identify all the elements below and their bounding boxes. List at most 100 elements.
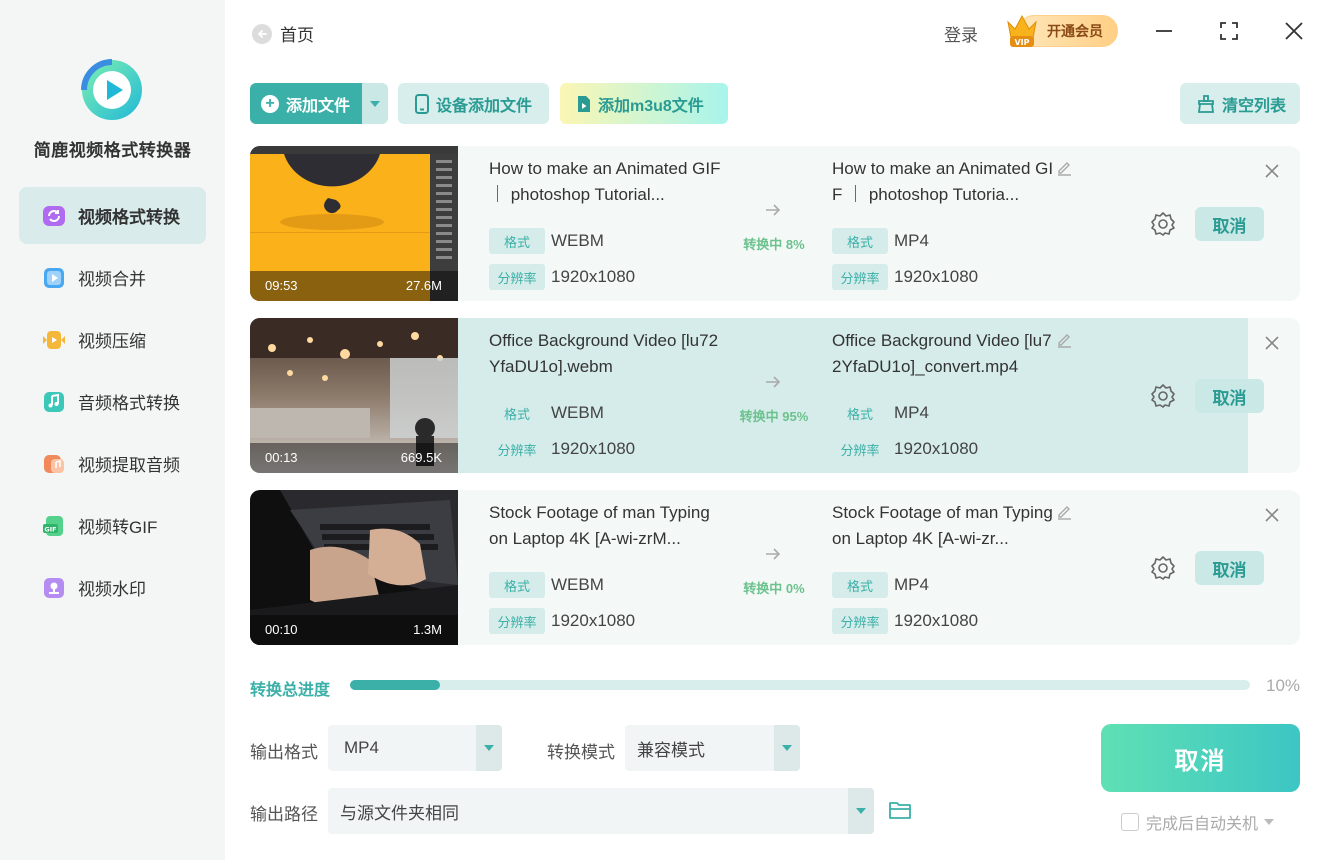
format-tag: 格式: [832, 400, 888, 426]
video-merge-icon: [41, 265, 67, 291]
sidebar-item-label: 视频格式转换: [78, 208, 180, 227]
sidebar-item-label: 视频水印: [78, 580, 146, 599]
sidebar-item-label: 视频转GIF: [78, 518, 158, 537]
chevron-down-icon: [848, 788, 874, 834]
format-tag: 格式: [489, 228, 545, 254]
settings-gear-icon[interactable]: [1150, 555, 1176, 586]
sidebar-item-extract-audio[interactable]: 视频提取音频: [19, 435, 206, 492]
video-thumbnail: 00:10 1.3M: [250, 490, 458, 645]
folder-icon[interactable]: [888, 799, 912, 826]
device-add-button[interactable]: 设备添加文件: [398, 83, 549, 124]
source-format: WEBM: [551, 575, 604, 594]
mode-value: 兼容模式: [637, 740, 705, 760]
add-m3u8-button[interactable]: 添加m3u8文件: [560, 83, 728, 124]
remove-row-icon[interactable]: [1263, 162, 1281, 185]
extract-audio-icon: [41, 451, 67, 477]
vip-button[interactable]: 开通会员 VIP: [1004, 10, 1118, 50]
edit-name-icon[interactable]: [1056, 160, 1072, 181]
video-size: 669.5K: [400, 450, 442, 465]
cancel-all-button[interactable]: 取消: [1101, 724, 1300, 792]
output-path-value: 与源文件夹相同: [340, 803, 459, 823]
mode-label: 转换模式: [547, 743, 615, 762]
close-window-button[interactable]: [1281, 18, 1307, 44]
sidebar-item-video-watermark[interactable]: 视频水印: [19, 559, 206, 616]
resolution-tag: 分辨率: [832, 608, 888, 634]
crown-icon: VIP: [1004, 10, 1040, 50]
edit-name-icon[interactable]: [1056, 332, 1072, 353]
source-resolution: 1920x1080: [551, 611, 636, 630]
source-resolution: 1920x1080: [551, 439, 636, 458]
total-progress-bar: [350, 680, 1250, 690]
source-filename: Stock Footage of man Typing on Laptop 4K…: [489, 503, 710, 548]
plus-icon: +: [261, 94, 279, 113]
add-file-main[interactable]: + 添加文件: [250, 83, 362, 124]
edit-name-icon[interactable]: [1056, 504, 1072, 525]
phone-icon: [414, 93, 430, 114]
m3u8-file-icon: [576, 95, 592, 113]
output-format-select[interactable]: MP4: [328, 725, 502, 771]
resolution-tag: 分辨率: [489, 608, 545, 634]
video-duration: 00:10: [265, 622, 298, 637]
source-filename: How to make an Animated GIF ｜ photoshop …: [489, 159, 721, 204]
chevron-down-icon: [476, 725, 502, 771]
clear-list-label: 清空列表: [1222, 97, 1287, 115]
output-resolution: 1920x1080: [894, 611, 979, 630]
settings-gear-icon[interactable]: [1150, 383, 1176, 414]
video-compress-icon: [41, 327, 67, 353]
settings-gear-icon[interactable]: [1150, 211, 1176, 242]
file-row: 00:13 669.5K Office Background Video [lu…: [250, 318, 1300, 473]
clear-list-button[interactable]: 清空列表: [1180, 83, 1300, 124]
conversion-status: 转换中 8%: [743, 237, 805, 252]
file-row: 09:53 27.6M How to make an Animated GIF …: [250, 146, 1300, 301]
format-tag: 格式: [489, 400, 545, 426]
output-path-select[interactable]: 与源文件夹相同: [328, 788, 874, 834]
source-format: WEBM: [551, 403, 604, 422]
format-tag: 格式: [832, 228, 888, 254]
arrow-right-icon: [764, 373, 782, 396]
app-logo: [80, 58, 144, 122]
output-format: MP4: [894, 575, 929, 594]
device-add-label: 设备添加文件: [436, 97, 533, 115]
output-format: MP4: [894, 231, 929, 250]
arrow-right-icon: [764, 201, 782, 224]
add-file-dropdown[interactable]: [362, 83, 388, 124]
vip-badge-text: VIP: [1014, 38, 1029, 47]
remove-row-icon[interactable]: [1263, 334, 1281, 357]
login-link[interactable]: 登录: [944, 21, 978, 46]
sidebar-item-video-convert[interactable]: 视频格式转换: [19, 187, 206, 244]
audio-convert-icon: [41, 389, 67, 415]
output-format-label: 输出格式: [250, 743, 318, 762]
minimize-button[interactable]: [1151, 18, 1177, 44]
add-file-button[interactable]: + 添加文件: [250, 83, 388, 124]
chevron-down-icon: [370, 100, 380, 107]
auto-shutdown-checkbox[interactable]: [1121, 813, 1139, 831]
resolution-tag: 分辨率: [832, 264, 888, 290]
row-cancel-button[interactable]: 取消: [1195, 379, 1264, 413]
sidebar: 简鹿视频格式转换器 视频格式转换 视频合并 视频压缩 音频格式转换 视频提取音频…: [0, 0, 225, 860]
back-home-button[interactable]: 首页: [252, 21, 314, 46]
sidebar-item-video-compress[interactable]: 视频压缩: [19, 311, 206, 368]
output-path-label: 输出路径: [250, 805, 318, 824]
row-cancel-button[interactable]: 取消: [1195, 551, 1264, 585]
sidebar-item-audio-convert[interactable]: 音频格式转换: [19, 373, 206, 430]
mode-select[interactable]: 兼容模式: [625, 725, 800, 771]
source-filename: Office Background Video [lu72YfaDU1o].we…: [489, 331, 719, 376]
row-cancel-button[interactable]: 取消: [1195, 207, 1264, 241]
video-duration: 00:13: [265, 450, 298, 465]
remove-row-icon[interactable]: [1263, 506, 1281, 529]
close-icon: [1285, 22, 1303, 40]
resolution-tag: 分辨率: [832, 436, 888, 462]
sidebar-item-video-merge[interactable]: 视频合并: [19, 249, 206, 306]
maximize-button[interactable]: [1216, 18, 1242, 44]
total-progress-label: 转换总进度: [250, 682, 331, 699]
auto-shutdown-toggle[interactable]: 完成后自动关机: [1121, 810, 1275, 834]
auto-shutdown-label: 完成后自动关机: [1146, 816, 1259, 833]
arrow-right-icon: [764, 545, 782, 568]
chevron-down-icon: [774, 725, 800, 771]
output-format: MP4: [894, 403, 929, 422]
total-progress-percent: 10%: [1266, 676, 1301, 695]
back-arrow-icon: [252, 23, 272, 44]
svg-text:GIF: GIF: [44, 525, 56, 533]
maximize-icon: [1220, 22, 1238, 40]
sidebar-item-video-gif[interactable]: GIF 视频转GIF: [19, 497, 206, 554]
